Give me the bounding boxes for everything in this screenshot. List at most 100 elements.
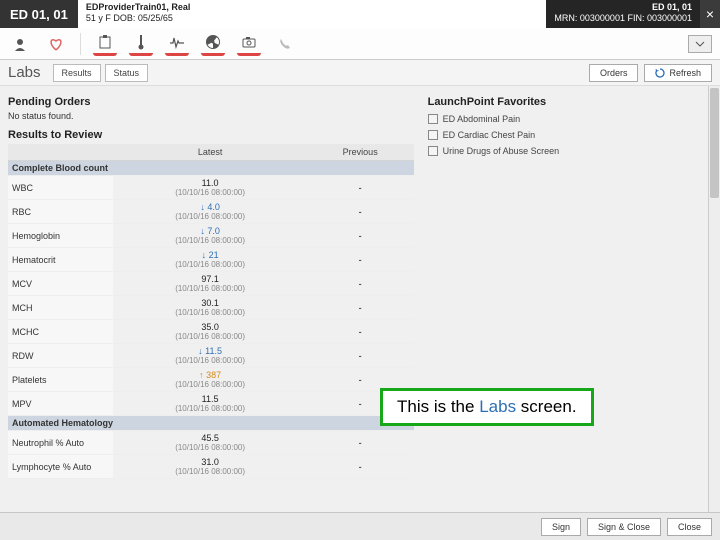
result-latest: ↓ 11.5(10/10/16 08:00:00) <box>113 344 306 368</box>
close-button[interactable]: Close <box>667 518 712 536</box>
favorite-label: ED Cardiac Chest Pain <box>443 127 536 143</box>
tab-results[interactable]: Results <box>53 64 101 82</box>
context-chip: ED 01, 01 <box>0 0 78 28</box>
favorite-label: ED Abdominal Pain <box>443 111 521 127</box>
result-row[interactable]: RDW↓ 11.5(10/10/16 08:00:00)- <box>8 344 414 368</box>
close-icon[interactable]: × <box>700 0 720 28</box>
result-previous: - <box>307 176 414 200</box>
favorite-item[interactable]: ED Cardiac Chest Pain <box>428 127 710 143</box>
result-name: Neutrophil % Auto <box>8 431 113 455</box>
location-code: ED 01, 01 <box>554 2 692 13</box>
camera-icon[interactable] <box>237 32 261 56</box>
pending-heading: Pending Orders <box>8 96 414 108</box>
page-title: Labs <box>8 64 41 81</box>
result-latest: ↓ 21(10/10/16 08:00:00) <box>113 248 306 272</box>
result-row[interactable]: Hemoglobin↓ 7.0(10/10/16 08:00:00)- <box>8 224 414 248</box>
result-latest: 31.0(10/10/16 08:00:00) <box>113 455 306 479</box>
refresh-icon <box>655 68 665 78</box>
result-name: Hematocrit <box>8 248 113 272</box>
patient-demo: 51 y F DOB: 05/25/65 <box>86 13 539 24</box>
col-previous: Previous <box>307 144 414 161</box>
panel-header: Complete Blood count <box>8 161 414 176</box>
footer-bar: Sign Sign & Close Close <box>0 512 720 540</box>
patient-info: EDProviderTrain01, Real 51 y F DOB: 05/2… <box>78 0 547 28</box>
result-row[interactable]: Neutrophil % Auto45.5(10/10/16 08:00:00)… <box>8 431 414 455</box>
clipboard-icon[interactable] <box>93 32 117 56</box>
result-row[interactable]: MCV97.1(10/10/16 08:00:00)- <box>8 272 414 296</box>
sign-button[interactable]: Sign <box>541 518 581 536</box>
mrn-fin: MRN: 003000001 FIN: 003000001 <box>554 13 692 24</box>
result-row[interactable]: Lymphocyte % Auto31.0(10/10/16 08:00:00)… <box>8 455 414 479</box>
toolbar <box>0 28 720 60</box>
sign-close-button[interactable]: Sign & Close <box>587 518 661 536</box>
favorite-item[interactable]: ED Abdominal Pain <box>428 111 710 127</box>
toolbar-dropdown[interactable] <box>688 35 712 53</box>
radiation-icon[interactable] <box>201 32 225 56</box>
callout-pre: This is the <box>397 397 479 416</box>
panel-header: Automated Hematology <box>8 416 414 431</box>
result-row[interactable]: RBC↓ 4.0(10/10/16 08:00:00)- <box>8 200 414 224</box>
result-name: MCHC <box>8 320 113 344</box>
result-name: RBC <box>8 200 113 224</box>
callout-post: screen. <box>516 397 576 416</box>
result-name: WBC <box>8 176 113 200</box>
result-latest: 30.1(10/10/16 08:00:00) <box>113 296 306 320</box>
phone-icon[interactable] <box>273 32 297 56</box>
result-previous: - <box>307 224 414 248</box>
favorites-heading: LaunchPoint Favorites <box>428 96 710 108</box>
checkbox-icon[interactable] <box>428 114 438 124</box>
result-previous: - <box>307 296 414 320</box>
tab-status[interactable]: Status <box>105 64 149 82</box>
result-previous: - <box>307 431 414 455</box>
pending-empty: No status found. <box>8 111 414 121</box>
patient-header: ED 01, 01 EDProviderTrain01, Real 51 y F… <box>0 0 720 28</box>
patient-ids: ED 01, 01 MRN: 003000001 FIN: 003000001 <box>546 0 700 28</box>
favorite-label: Urine Drugs of Abuse Screen <box>443 143 560 159</box>
result-previous: - <box>307 455 414 479</box>
scroll-thumb[interactable] <box>710 88 719 198</box>
result-latest: 45.5(10/10/16 08:00:00) <box>113 431 306 455</box>
result-previous: - <box>307 200 414 224</box>
favorite-item[interactable]: Urine Drugs of Abuse Screen <box>428 143 710 159</box>
col-name <box>8 144 113 161</box>
callout-em: Labs <box>479 397 516 416</box>
favorites-panel: LaunchPoint Favorites ED Abdominal PainE… <box>418 86 720 512</box>
result-name: RDW <box>8 344 113 368</box>
result-row[interactable]: Platelets↑ 387(10/10/16 08:00:00)- <box>8 368 414 392</box>
col-latest: Latest <box>113 144 306 161</box>
result-row[interactable]: MCH30.1(10/10/16 08:00:00)- <box>8 296 414 320</box>
result-row[interactable]: Hematocrit↓ 21(10/10/16 08:00:00)- <box>8 248 414 272</box>
thermometer-icon[interactable] <box>129 32 153 56</box>
section-bar: Labs Results Status Orders Refresh <box>0 60 720 86</box>
result-latest: ↓ 4.0(10/10/16 08:00:00) <box>113 200 306 224</box>
patient-name: EDProviderTrain01, Real <box>86 2 539 13</box>
person-icon[interactable] <box>8 32 32 56</box>
orders-button[interactable]: Orders <box>589 64 639 82</box>
result-latest: ↓ 7.0(10/10/16 08:00:00) <box>113 224 306 248</box>
result-latest: 11.0(10/10/16 08:00:00) <box>113 176 306 200</box>
result-name: Hemoglobin <box>8 224 113 248</box>
checkbox-icon[interactable] <box>428 130 438 140</box>
results-panel: Pending Orders No status found. Results … <box>0 86 418 512</box>
heart-icon[interactable] <box>44 32 68 56</box>
result-name: Lymphocyte % Auto <box>8 455 113 479</box>
results-table: Latest Previous Complete Blood countWBC1… <box>8 144 414 479</box>
refresh-label: Refresh <box>669 68 701 78</box>
result-latest: ↑ 387(10/10/16 08:00:00) <box>113 368 306 392</box>
result-latest: 97.1(10/10/16 08:00:00) <box>113 272 306 296</box>
result-previous: - <box>307 272 414 296</box>
refresh-button[interactable]: Refresh <box>644 64 712 82</box>
checkbox-icon[interactable] <box>428 146 438 156</box>
result-previous: - <box>307 248 414 272</box>
result-name: MPV <box>8 392 113 416</box>
results-heading: Results to Review <box>8 129 414 141</box>
result-row[interactable]: MPV11.5(10/10/16 08:00:00)- <box>8 392 414 416</box>
result-latest: 11.5(10/10/16 08:00:00) <box>113 392 306 416</box>
ecg-icon[interactable] <box>165 32 189 56</box>
result-row[interactable]: WBC11.0(10/10/16 08:00:00)- <box>8 176 414 200</box>
tutorial-callout: This is the Labs screen. <box>380 388 594 426</box>
result-name: MCV <box>8 272 113 296</box>
scrollbar[interactable] <box>708 86 720 512</box>
result-row[interactable]: MCHC35.0(10/10/16 08:00:00)- <box>8 320 414 344</box>
result-previous: - <box>307 320 414 344</box>
